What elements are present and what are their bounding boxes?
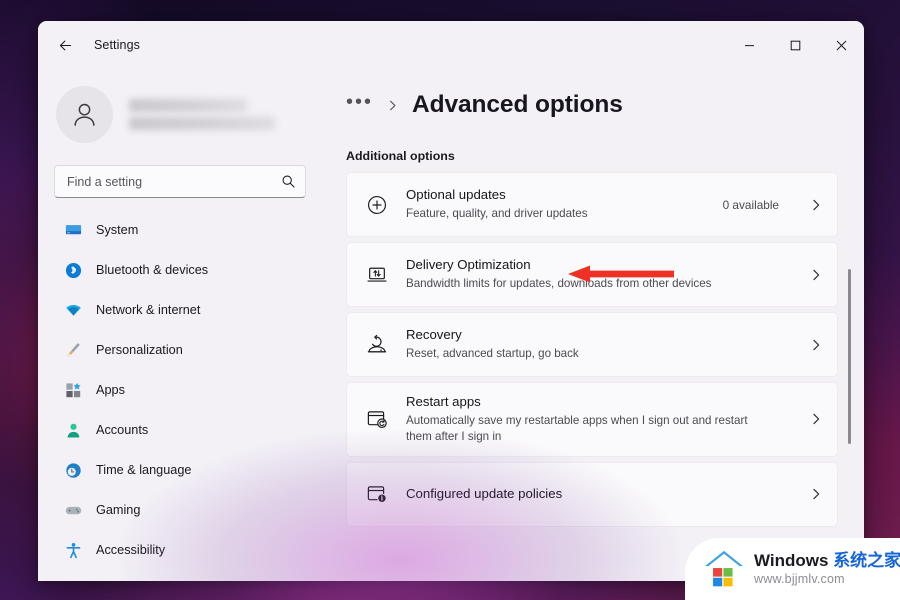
back-button[interactable]	[48, 28, 82, 62]
window-controls	[726, 21, 864, 69]
sidebar-item-label: Accounts	[96, 423, 149, 437]
card-configured-update-policies[interactable]: Configured update policies	[346, 461, 838, 527]
monitor-icon	[65, 222, 82, 239]
sidebar-item-accessibility[interactable]: Accessibility	[54, 530, 306, 570]
card-texts: Configured update policies	[406, 485, 763, 503]
sidebar-nav: System Bluetooth & devices Network & int…	[54, 210, 306, 570]
sidebar-item-accounts[interactable]: Accounts	[54, 410, 306, 450]
card-texts: Delivery Optimization Bandwidth limits f…	[406, 256, 763, 292]
search-box[interactable]	[54, 165, 306, 198]
sidebar-item-label: Gaming	[96, 503, 141, 517]
section-heading: Additional options	[346, 149, 455, 163]
window-info-icon	[364, 481, 390, 507]
watermark: Windows 系统之家 www.bjjmlv.com	[685, 538, 900, 600]
content-scrollbar[interactable]	[844, 69, 856, 581]
recovery-arrow-icon	[364, 332, 390, 358]
gamepad-icon	[65, 502, 82, 519]
account-name-blurred	[129, 98, 247, 112]
chevron-right-icon	[386, 99, 399, 112]
search-icon	[281, 174, 296, 189]
settings-window: Settings Find a setting System Bluetooth…	[38, 21, 864, 581]
laptop-updown-arrows-icon	[364, 262, 390, 288]
sidebar-item-label: Accessibility	[96, 543, 166, 557]
apps-grid-icon	[65, 382, 82, 399]
sidebar-item-label: Network & internet	[96, 303, 201, 317]
sidebar-item-gaming[interactable]: Gaming	[54, 490, 306, 530]
breadcrumb: ••• Advanced options	[346, 69, 864, 127]
card-title: Optional updates	[406, 187, 506, 203]
card-subtitle: Automatically save my restartable apps w…	[406, 413, 748, 444]
card-title: Recovery	[406, 327, 462, 343]
account-email-blurred	[129, 116, 275, 130]
watermark-brand: Windows 系统之家	[754, 552, 900, 570]
card-title: Delivery Optimization	[406, 257, 531, 273]
card-title: Restart apps	[406, 394, 481, 409]
card-restart-apps[interactable]: Restart apps Automatically save my resta…	[346, 382, 838, 457]
sidebar-item-apps[interactable]: Apps	[54, 370, 306, 410]
sidebar-item-label: Bluetooth & devices	[96, 263, 209, 277]
card-subtitle: Reset, advanced startup, go back	[406, 347, 579, 361]
card-subtitle: Bandwidth limits for updates, downloads …	[406, 277, 712, 291]
chevron-right-icon	[809, 487, 823, 501]
chevron-right-icon	[809, 268, 823, 282]
back-arrow-icon	[59, 40, 71, 50]
plus-circle-icon	[364, 192, 390, 218]
chevron-right-icon	[809, 338, 823, 352]
watermark-texts: Windows 系统之家 www.bjjmlv.com	[754, 552, 900, 586]
account-row[interactable]	[54, 77, 306, 151]
app-title: Settings	[94, 38, 140, 52]
window-titlebar: Settings	[38, 21, 864, 69]
bluetooth-icon	[65, 262, 82, 279]
sidebar-item-label: Apps	[96, 383, 125, 397]
account-text-redacted	[129, 98, 275, 130]
sidebar: System Bluetooth & devices	[38, 69, 322, 581]
person-icon	[65, 422, 82, 439]
person-avatar-icon	[74, 103, 95, 126]
chevron-right-icon	[809, 198, 823, 212]
card-subtitle: Feature, quality, and driver updates	[406, 207, 588, 221]
maximize-button[interactable]	[772, 21, 818, 69]
card-texts: Restart apps Automatically save my resta…	[406, 393, 763, 446]
card-texts: Optional updates Feature, quality, and d…	[406, 186, 707, 222]
watermark-url: www.bjjmlv.com	[754, 571, 845, 586]
options-card-list: Optional updates Feature, quality, and d…	[346, 172, 864, 527]
minimize-icon	[744, 44, 754, 46]
card-recovery[interactable]: Recovery Reset, advanced startup, go bac…	[346, 312, 838, 377]
sidebar-item-label: Personalization	[96, 343, 183, 357]
card-delivery-optimization[interactable]: Delivery Optimization Bandwidth limits f…	[346, 242, 838, 307]
minimize-button[interactable]	[726, 21, 772, 69]
breadcrumb-overflow-button[interactable]: •••	[346, 92, 373, 119]
accessibility-icon	[65, 542, 82, 559]
avatar	[56, 85, 113, 143]
card-title: Configured update policies	[406, 486, 563, 502]
chevron-right-icon	[809, 412, 823, 426]
wifi-icon	[65, 302, 82, 319]
windows-house-logo-icon	[704, 550, 744, 588]
paintbrush-icon	[65, 342, 82, 359]
sidebar-item-system[interactable]: System	[54, 210, 306, 250]
maximize-icon	[790, 40, 800, 50]
card-optional-updates[interactable]: Optional updates Feature, quality, and d…	[346, 172, 838, 237]
page-title: Advanced options	[412, 91, 623, 118]
sidebar-item-label: Time & language	[96, 463, 192, 477]
sidebar-item-label: System	[96, 223, 139, 237]
card-status-text: 0 available	[722, 197, 779, 212]
watermark-brand-cn: 系统之家	[833, 551, 900, 571]
watermark-brand-en: Windows	[754, 551, 834, 571]
window-body: System Bluetooth & devices	[38, 69, 864, 581]
main-content: ••• Advanced options Additional options	[322, 69, 864, 581]
sidebar-item-network-internet[interactable]: Network & internet	[54, 290, 306, 330]
sidebar-item-time-language[interactable]: Time & language	[54, 450, 306, 490]
sidebar-item-personalization[interactable]: Personalization	[54, 330, 306, 370]
close-icon	[836, 40, 846, 50]
window-refresh-icon	[364, 406, 390, 432]
search-input[interactable]	[67, 174, 281, 189]
scrollbar-thumb[interactable]	[848, 269, 851, 444]
sidebar-item-bluetooth-devices[interactable]: Bluetooth & devices	[54, 250, 306, 290]
card-texts: Recovery Reset, advanced startup, go bac…	[406, 326, 763, 362]
close-button[interactable]	[818, 21, 864, 69]
clock-globe-icon	[65, 462, 82, 479]
desktop-wallpaper: Settings Find a setting System Bluetooth…	[0, 0, 900, 600]
